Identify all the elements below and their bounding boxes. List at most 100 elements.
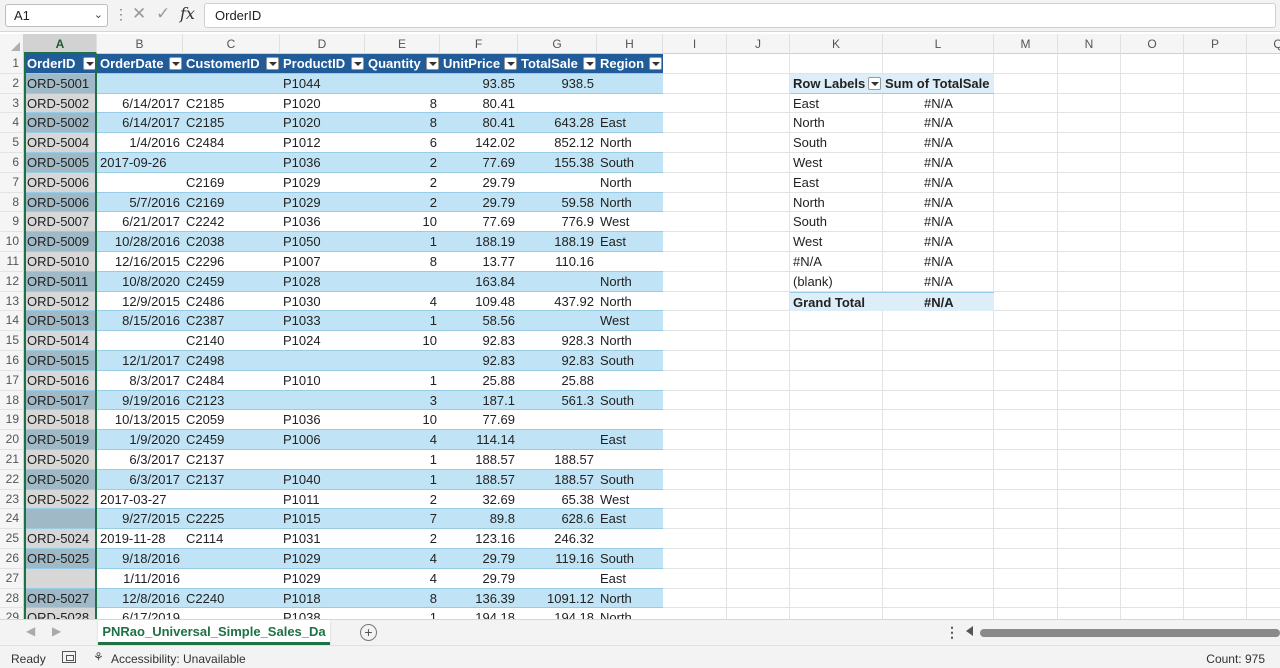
grid-cell[interactable] — [663, 568, 727, 589]
table-cell[interactable]: East — [597, 232, 663, 252]
table-header-cell[interactable]: CustomerID — [183, 54, 280, 74]
grid-cell[interactable] — [883, 410, 994, 431]
row-header[interactable]: 7 — [0, 172, 24, 193]
table-cell[interactable]: 9/27/2015 — [97, 509, 183, 530]
grid-cell[interactable] — [1247, 331, 1280, 351]
table-cell[interactable]: 188.57 — [518, 469, 597, 490]
table-cell[interactable]: 194.18 — [518, 608, 597, 619]
table-cell[interactable] — [518, 271, 597, 292]
table-cell[interactable]: ORD-5028 — [24, 608, 97, 619]
table-cell[interactable]: 114.14 — [440, 430, 518, 450]
grid-cell[interactable] — [1058, 93, 1121, 114]
grid-cell[interactable] — [1184, 351, 1247, 371]
grid-cell[interactable] — [883, 588, 994, 609]
pivot-row-label[interactable]: South — [790, 212, 883, 232]
grid-cell[interactable] — [883, 608, 994, 619]
grid-cell[interactable] — [1121, 608, 1184, 619]
table-cell[interactable] — [597, 529, 663, 549]
table-cell[interactable]: ORD-5006 — [24, 192, 97, 213]
scroll-tabs-left-icon[interactable]: ◀ — [26, 624, 35, 638]
table-cell[interactable] — [365, 271, 440, 292]
grid-cell[interactable] — [883, 568, 994, 589]
table-cell[interactable]: ORD-5018 — [24, 410, 97, 431]
table-cell[interactable]: C2185 — [183, 113, 280, 134]
grid-cell[interactable] — [1121, 549, 1184, 569]
table-cell[interactable]: C2296 — [183, 252, 280, 272]
grid-cell[interactable] — [994, 509, 1058, 530]
grid-cell[interactable] — [883, 54, 994, 74]
grid-cell[interactable] — [1121, 469, 1184, 490]
table-cell[interactable]: 65.38 — [518, 490, 597, 510]
table-cell[interactable]: 163.84 — [440, 271, 518, 292]
grid-cell[interactable] — [994, 311, 1058, 332]
table-cell[interactable]: 6/14/2017 — [97, 113, 183, 134]
grid-cell[interactable] — [727, 509, 790, 530]
table-cell[interactable]: 10/8/2020 — [97, 271, 183, 292]
table-cell[interactable]: 188.57 — [518, 450, 597, 470]
grid-cell[interactable] — [663, 529, 727, 549]
table-cell[interactable] — [280, 450, 365, 470]
table-cell[interactable]: 8/3/2017 — [97, 371, 183, 391]
grid-cell[interactable] — [663, 588, 727, 609]
grid-cell[interactable] — [1121, 529, 1184, 549]
table-cell[interactable]: 8 — [365, 113, 440, 134]
grid-cell[interactable] — [1121, 410, 1184, 431]
grid-cell[interactable] — [1184, 390, 1247, 411]
filter-dropdown-icon[interactable] — [169, 57, 182, 70]
table-cell[interactable]: 29.79 — [440, 569, 518, 589]
grid-cell[interactable] — [727, 390, 790, 411]
table-cell[interactable]: East — [597, 113, 663, 134]
table-cell[interactable]: 2017-09-26 — [97, 153, 183, 173]
grid-cell[interactable] — [883, 509, 994, 530]
grid-cell[interactable] — [1058, 331, 1121, 351]
grid-cell[interactable] — [663, 608, 727, 619]
table-cell[interactable]: West — [597, 490, 663, 510]
row-header[interactable]: 14 — [0, 311, 24, 332]
table-cell[interactable]: 4 — [365, 569, 440, 589]
pivot-row-label[interactable]: West — [790, 153, 883, 173]
grid-cell[interactable] — [1247, 292, 1280, 312]
table-cell[interactable]: ORD-5014 — [24, 331, 97, 351]
table-cell[interactable]: 2 — [365, 153, 440, 173]
table-cell[interactable]: 188.19 — [518, 232, 597, 252]
row-header[interactable]: 16 — [0, 351, 24, 371]
grid-cell[interactable] — [1121, 252, 1184, 272]
grid-cell[interactable] — [1247, 252, 1280, 272]
pivot-header-row-labels[interactable]: Row Labels — [790, 73, 883, 94]
table-cell[interactable]: 3 — [365, 390, 440, 411]
table-cell[interactable]: ORD-5022 — [24, 489, 97, 510]
table-cell[interactable]: North — [597, 608, 663, 619]
column-header-f[interactable]: F — [440, 34, 518, 54]
pivot-filter-icon[interactable] — [868, 76, 881, 90]
table-cell[interactable]: C2240 — [183, 588, 280, 609]
grid-cell[interactable] — [663, 192, 727, 213]
table-cell[interactable]: 852.12 — [518, 133, 597, 153]
grid-cell[interactable] — [663, 232, 727, 252]
grid-cell[interactable] — [1121, 212, 1184, 233]
column-header-a[interactable]: A — [24, 34, 97, 54]
grid-cell[interactable] — [790, 311, 883, 332]
grid-cell[interactable] — [727, 73, 790, 94]
grid-cell[interactable] — [1184, 509, 1247, 530]
grid-cell[interactable] — [1184, 252, 1247, 272]
row-header[interactable]: 27 — [0, 568, 24, 589]
table-cell[interactable]: P1036 — [280, 410, 365, 431]
grid-cell[interactable] — [1184, 311, 1247, 332]
column-header-i[interactable]: I — [663, 34, 727, 54]
grid-cell[interactable] — [663, 113, 727, 134]
table-cell[interactable]: ORD-5006 — [24, 172, 97, 193]
grid-cell[interactable] — [1184, 212, 1247, 233]
grid-cell[interactable] — [994, 212, 1058, 233]
column-header-b[interactable]: B — [97, 34, 183, 54]
row-header[interactable]: 20 — [0, 430, 24, 450]
column-header-d[interactable]: D — [280, 34, 365, 54]
table-cell[interactable]: West — [597, 212, 663, 233]
pivot-row-value[interactable]: #N/A — [883, 272, 994, 292]
grid-cell[interactable] — [663, 410, 727, 431]
grid-cell[interactable] — [663, 509, 727, 530]
table-cell[interactable]: ORD-5012 — [24, 291, 97, 312]
table-cell[interactable] — [280, 390, 365, 411]
grid-cell[interactable] — [994, 489, 1058, 510]
grid-cell[interactable] — [1247, 272, 1280, 292]
table-cell[interactable] — [597, 252, 663, 272]
